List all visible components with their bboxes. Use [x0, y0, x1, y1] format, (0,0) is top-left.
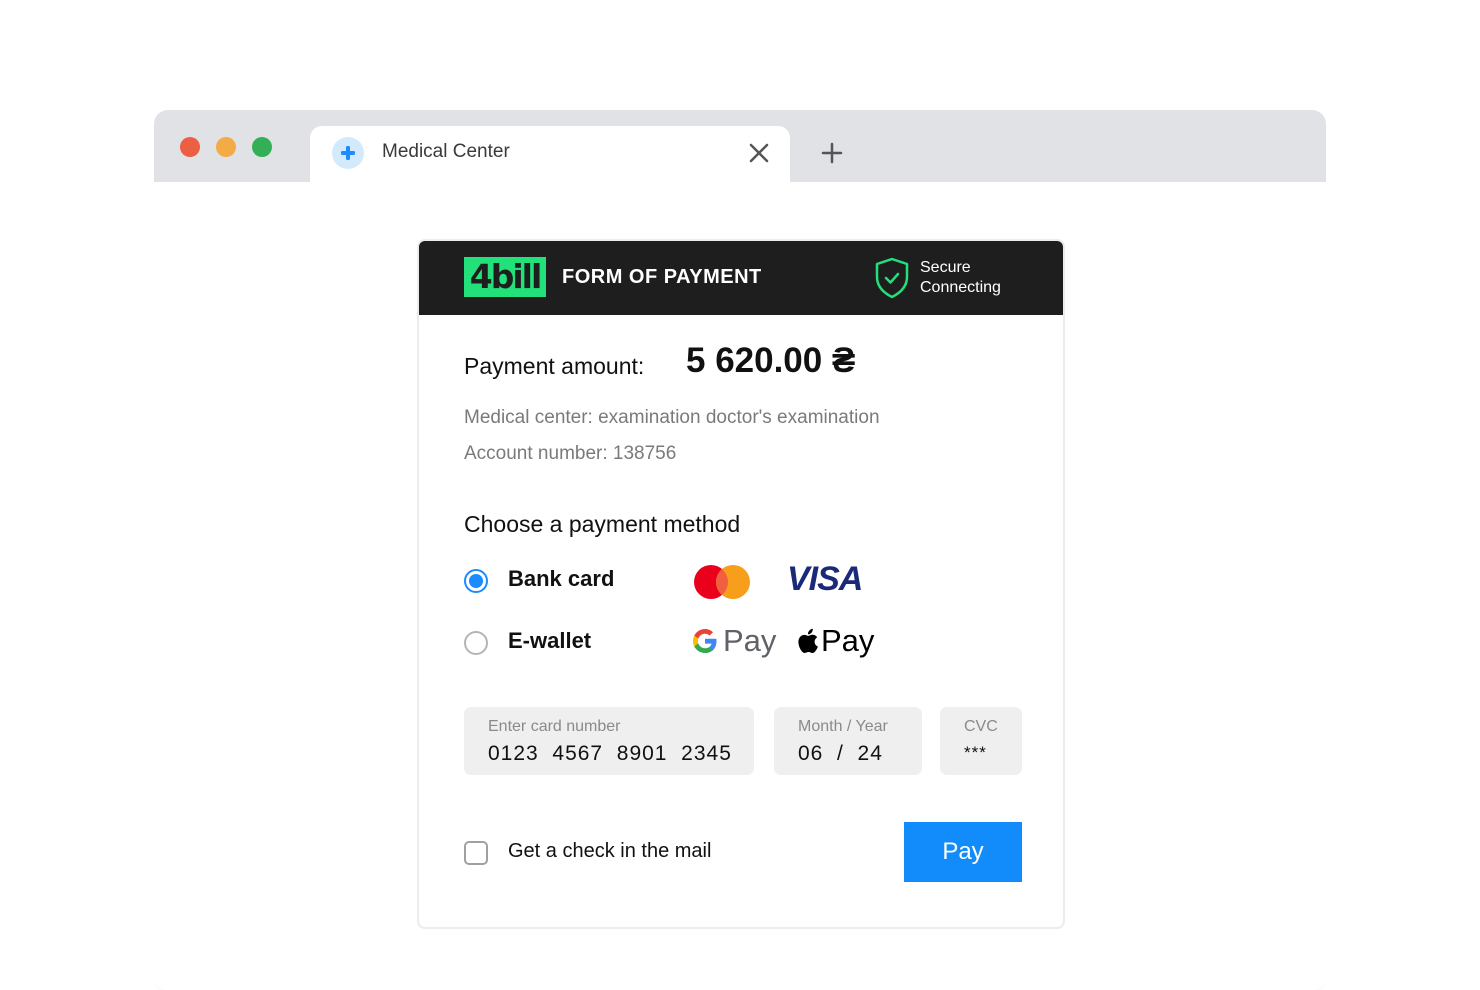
- plus-icon[interactable]: [820, 141, 844, 165]
- window-close-button[interactable]: [180, 137, 200, 157]
- expiry-placeholder: Month / Year: [798, 718, 888, 735]
- account-number: Account number: 138756: [464, 443, 677, 464]
- visa-icon: VISA: [787, 560, 863, 598]
- expiry-value: 06 / 24: [798, 742, 883, 765]
- card-number-value: 0123 4567 8901 2345: [488, 742, 732, 765]
- card-number-input[interactable]: Enter card number 0123 4567 8901 2345: [464, 707, 754, 775]
- expiry-input[interactable]: Month / Year 06 / 24: [774, 707, 922, 775]
- cvc-value: ***: [964, 743, 987, 762]
- shield-check-icon: [874, 257, 910, 299]
- google-pay-icon: Pay: [691, 621, 776, 661]
- close-icon[interactable]: [748, 142, 770, 164]
- browser-titlebar: Medical Center: [154, 110, 1326, 184]
- google-pay-text: Pay: [723, 623, 777, 658]
- payment-method-heading: Choose a payment method: [464, 511, 741, 537]
- check-mail-checkbox[interactable]: [464, 841, 488, 865]
- bank-card-label[interactable]: Bank card: [508, 566, 614, 592]
- medical-plus-icon: [332, 137, 364, 169]
- mastercard-icon: [693, 564, 751, 600]
- secure-connecting-label: Secure Connecting: [920, 258, 1001, 298]
- payment-amount-label: Payment amount:: [464, 353, 645, 379]
- window-minimize-button[interactable]: [216, 137, 236, 157]
- pay-button[interactable]: Pay: [904, 822, 1022, 882]
- secure-line-2: Connecting: [920, 279, 1001, 296]
- window-maximize-button[interactable]: [252, 137, 272, 157]
- apple-pay-text: Pay: [821, 623, 875, 658]
- bank-card-radio[interactable]: [464, 569, 488, 593]
- check-mail-label[interactable]: Get a check in the mail: [508, 840, 711, 863]
- payment-amount-value: 5 620.00 ₴: [686, 341, 856, 380]
- payment-form-header: 4bill FORM OF PAYMENT Secure Connecting: [419, 241, 1063, 315]
- cvc-input[interactable]: CVC ***: [940, 707, 1022, 775]
- apple-pay-icon: Pay: [795, 621, 874, 661]
- payment-form-card: 4bill FORM OF PAYMENT Secure Connecting …: [417, 239, 1065, 929]
- 4bill-logo: 4bill: [464, 257, 546, 297]
- cvc-placeholder: CVC: [964, 718, 998, 735]
- browser-tab[interactable]: Medical Center: [310, 126, 790, 184]
- payment-description: Medical center: examination doctor's exa…: [464, 407, 880, 428]
- form-title: FORM OF PAYMENT: [562, 266, 762, 288]
- card-number-placeholder: Enter card number: [488, 718, 621, 735]
- e-wallet-label[interactable]: E-wallet: [508, 628, 591, 654]
- e-wallet-radio[interactable]: [464, 631, 488, 655]
- secure-line-1: Secure: [920, 259, 971, 276]
- tab-title: Medical Center: [382, 141, 510, 162]
